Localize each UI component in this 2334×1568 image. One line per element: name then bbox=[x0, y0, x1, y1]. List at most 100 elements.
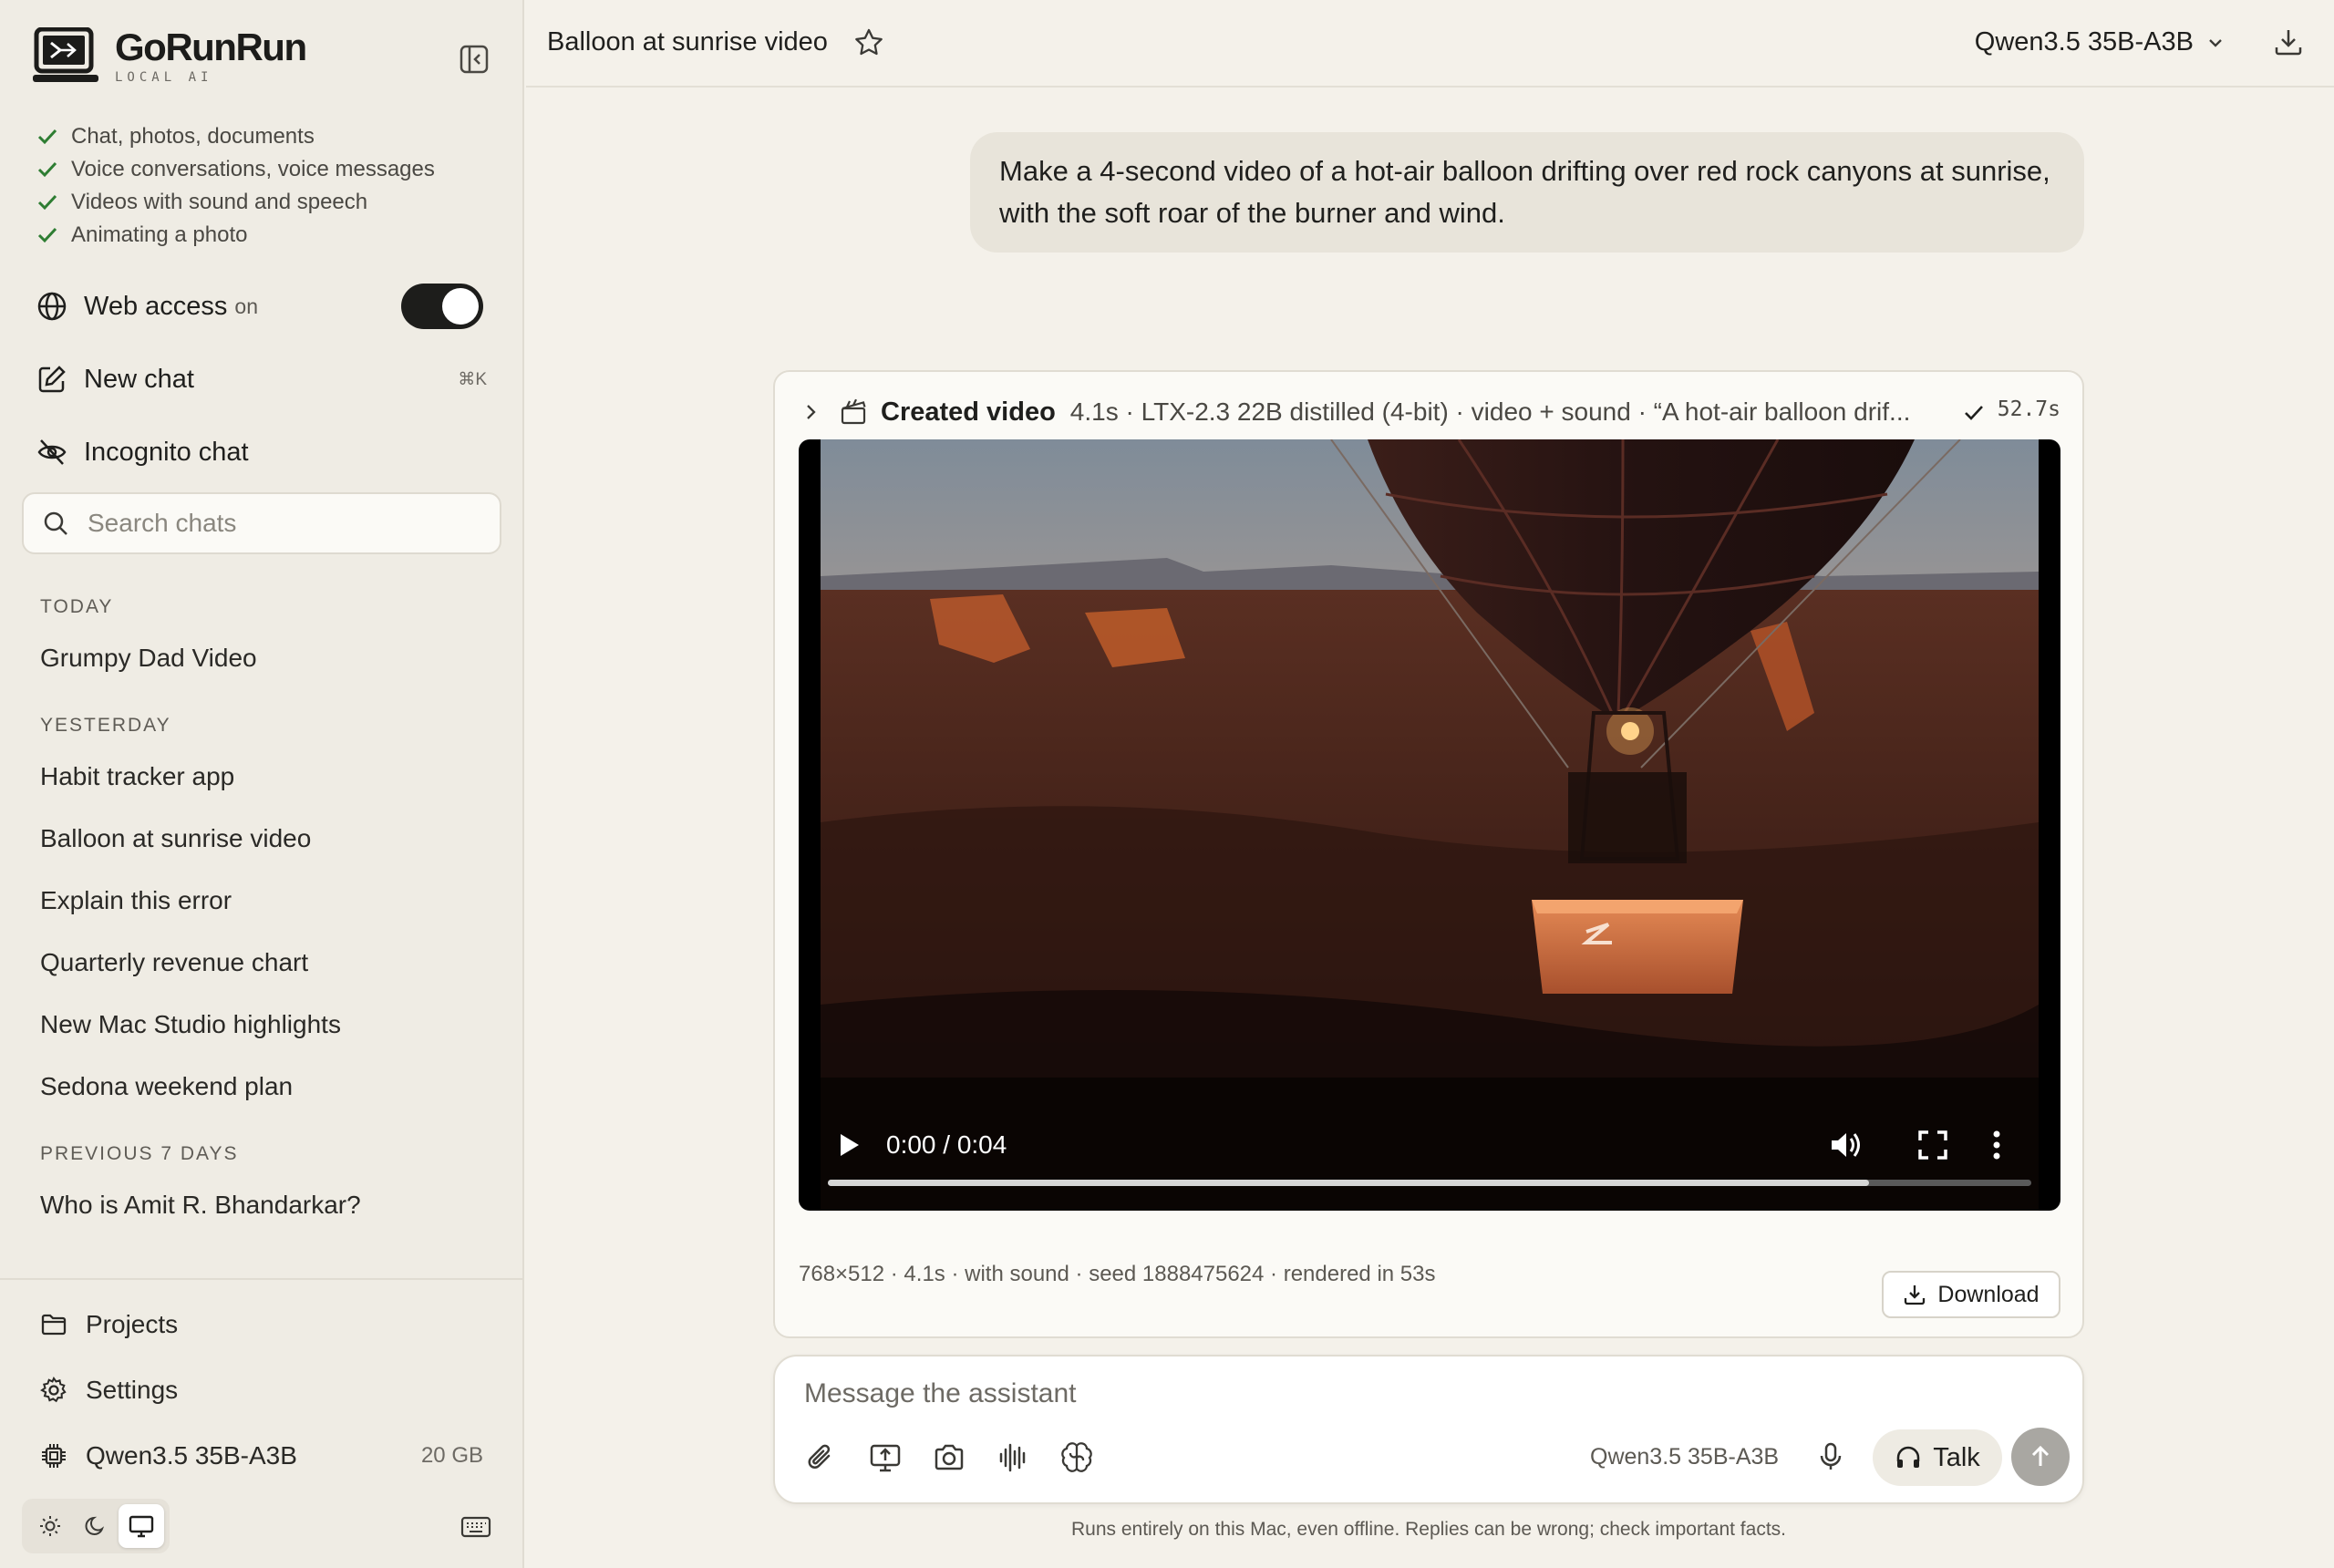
feature-label: Voice conversations, voice messages bbox=[71, 157, 435, 181]
headphones-icon bbox=[1895, 1444, 1922, 1471]
video-frame bbox=[821, 439, 2039, 1211]
feature-label: Videos with sound and speech bbox=[71, 190, 368, 214]
theme-switcher bbox=[22, 1499, 170, 1553]
result-elapsed: 52.7s bbox=[1997, 397, 2060, 421]
chevron-right-icon bbox=[800, 402, 821, 422]
theme-light-button[interactable] bbox=[27, 1504, 73, 1548]
theme-system-button[interactable] bbox=[119, 1504, 164, 1548]
message-input[interactable] bbox=[804, 1378, 1989, 1418]
model-selector[interactable]: Qwen3.5 35B-A3B bbox=[1975, 27, 2226, 57]
composer-model-label[interactable]: Qwen3.5 35B-A3B bbox=[1590, 1444, 1779, 1470]
clapperboard-icon bbox=[839, 397, 868, 427]
chat-title: Balloon at sunrise video bbox=[547, 27, 828, 57]
collapse-sidebar-icon[interactable] bbox=[459, 44, 490, 75]
check-icon bbox=[36, 224, 58, 246]
talk-button[interactable]: Talk bbox=[1873, 1429, 2002, 1486]
result-header[interactable]: Created video 4.1s · LTX-2.3 22B distill… bbox=[800, 392, 2060, 432]
section-heading: YESTERDAY bbox=[40, 715, 171, 736]
video-result-card: Created video 4.1s · LTX-2.3 22B distill… bbox=[773, 370, 2084, 1338]
settings-label: Settings bbox=[86, 1376, 179, 1404]
user-message: Make a 4-second video of a hot-air ballo… bbox=[970, 132, 2084, 253]
section-heading: PREVIOUS 7 DAYS bbox=[40, 1143, 239, 1164]
feature-list: Chat, photos, documents Voice conversati… bbox=[36, 120, 435, 252]
chat-history-item[interactable]: Quarterly revenue chart bbox=[40, 948, 308, 977]
check-icon bbox=[36, 191, 58, 213]
check-icon bbox=[36, 126, 58, 148]
talk-label: Talk bbox=[1933, 1442, 1980, 1472]
brain-icon[interactable] bbox=[1059, 1440, 1094, 1475]
web-access-state: on bbox=[234, 294, 259, 318]
volume-icon[interactable] bbox=[1827, 1127, 1864, 1163]
more-vertical-icon[interactable] bbox=[1978, 1127, 2015, 1163]
chat-history-item[interactable]: Balloon at sunrise video bbox=[40, 824, 311, 853]
web-access-label: Web access bbox=[84, 291, 228, 321]
download-button[interactable]: Download bbox=[1882, 1271, 2060, 1318]
chat-history-item[interactable]: Grumpy Dad Video bbox=[40, 644, 257, 673]
search-icon bbox=[42, 510, 69, 537]
settings-button[interactable]: Settings bbox=[40, 1367, 483, 1413]
result-meta: 4.1s · LTX-2.3 22B distilled (4-bit) · v… bbox=[1069, 397, 1911, 426]
new-chat-shortcut: ⌘K bbox=[458, 369, 487, 389]
toggle-knob bbox=[442, 288, 479, 325]
laptop-logo-icon bbox=[33, 27, 98, 86]
local-model-row[interactable]: Qwen3.5 35B-A3B 20 GB bbox=[40, 1433, 483, 1479]
result-details: 768×512 · 4.1s · with sound · seed 18884… bbox=[799, 1262, 1436, 1286]
video-progress-track[interactable] bbox=[828, 1180, 2031, 1186]
monitor-icon bbox=[129, 1514, 154, 1538]
globe-icon bbox=[36, 291, 67, 322]
theme-dark-button[interactable] bbox=[73, 1504, 119, 1548]
sun-icon bbox=[38, 1514, 62, 1538]
star-icon[interactable] bbox=[853, 27, 884, 58]
incognito-chat-button[interactable]: Incognito chat bbox=[36, 427, 487, 478]
local-model-name: Qwen3.5 35B-A3B bbox=[86, 1441, 297, 1470]
composer: Qwen3.5 35B-A3B Talk bbox=[773, 1355, 2084, 1504]
check-icon bbox=[1962, 401, 1986, 425]
moon-icon bbox=[84, 1514, 108, 1538]
screen-share-icon[interactable] bbox=[868, 1440, 903, 1475]
brand: GoRunRun LOCAL AI bbox=[33, 26, 307, 86]
feature-item: Voice conversations, voice messages bbox=[36, 153, 435, 186]
new-chat-label: New chat bbox=[84, 364, 194, 394]
video-progress-fill bbox=[828, 1180, 1869, 1186]
chat-history-item[interactable]: Sedona weekend plan bbox=[40, 1072, 293, 1101]
eye-off-icon bbox=[36, 437, 67, 468]
video-player[interactable]: 0:00 / 0:04 bbox=[799, 439, 2060, 1211]
camera-icon[interactable] bbox=[932, 1440, 966, 1475]
chip-icon bbox=[40, 1442, 67, 1470]
video-time: 0:00 / 0:04 bbox=[886, 1130, 1007, 1159]
download-label: Download bbox=[1937, 1281, 2040, 1307]
projects-button[interactable]: Projects bbox=[40, 1302, 483, 1347]
feature-item: Animating a photo bbox=[36, 219, 435, 252]
arrow-up-icon bbox=[2027, 1443, 2054, 1470]
search-box bbox=[22, 492, 501, 554]
search-chats-input[interactable] bbox=[88, 509, 470, 538]
check-icon bbox=[36, 159, 58, 181]
microphone-icon[interactable] bbox=[1814, 1440, 1847, 1473]
fullscreen-icon[interactable] bbox=[1916, 1129, 1949, 1161]
download-icon bbox=[1903, 1283, 1926, 1306]
disclaimer: Runs entirely on this Mac, even offline.… bbox=[1070, 1519, 1786, 1540]
send-button[interactable] bbox=[2011, 1428, 2070, 1486]
web-access-toggle[interactable] bbox=[401, 284, 483, 329]
chat-header: Balloon at sunrise video Qwen3.5 35B-A3B bbox=[526, 0, 2334, 88]
gear-icon bbox=[40, 1377, 67, 1404]
paperclip-icon[interactable] bbox=[804, 1440, 839, 1475]
brand-name: GoRunRun bbox=[115, 26, 307, 68]
new-chat-button[interactable]: New chat ⌘K bbox=[36, 354, 487, 405]
keyboard-icon[interactable] bbox=[460, 1513, 491, 1541]
chat-history-item[interactable]: New Mac Studio highlights bbox=[40, 1010, 341, 1039]
folder-icon bbox=[40, 1311, 67, 1338]
download-icon[interactable] bbox=[2272, 26, 2305, 58]
section-heading: TODAY bbox=[40, 596, 114, 617]
chat-history-item[interactable]: Habit tracker app bbox=[40, 762, 234, 791]
feature-item: Chat, photos, documents bbox=[36, 120, 435, 153]
chat-history-item[interactable]: Explain this error bbox=[40, 886, 232, 915]
play-icon[interactable] bbox=[831, 1129, 864, 1161]
waveform-icon[interactable] bbox=[996, 1440, 1030, 1475]
model-selector-label: Qwen3.5 35B-A3B bbox=[1974, 27, 2194, 57]
feature-label: Animating a photo bbox=[71, 222, 248, 247]
chat-history-item[interactable]: Who is Amit R. Bhandarkar? bbox=[40, 1191, 361, 1220]
result-label: Created video bbox=[881, 397, 1056, 427]
feature-label: Chat, photos, documents bbox=[71, 124, 315, 149]
local-model-size: 20 GB bbox=[420, 1443, 483, 1468]
